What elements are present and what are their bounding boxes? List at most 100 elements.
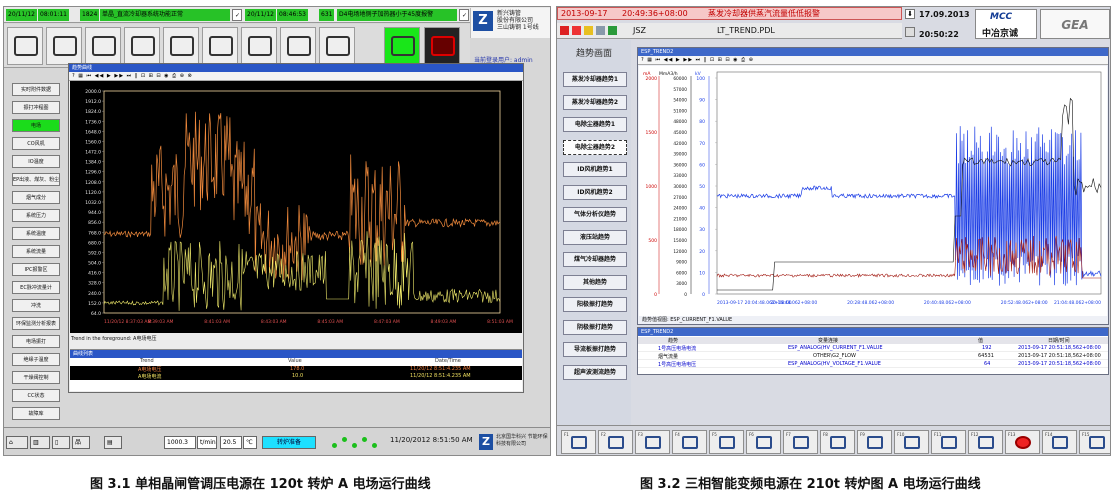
status-plant-icon[interactable]: ▥ [30, 436, 50, 449]
toolbar-drum-button[interactable]: F9 [857, 430, 892, 454]
y-tick-label-current: 1000 [646, 184, 658, 190]
alarm-ack-checkbox-1[interactable]: ✓ [232, 9, 242, 21]
print-icon[interactable] [596, 26, 605, 35]
sidebar-item[interactable]: ID风机趋势2 [563, 184, 627, 200]
y-tick-label: 680.0 [88, 240, 101, 246]
sidebar-item[interactable]: 导流板振打趋势 [563, 342, 627, 357]
sidebar-item[interactable]: 电除尘器趋势2 [563, 139, 627, 155]
tool-trend-button[interactable] [384, 27, 420, 65]
sidebar-item[interactable]: 超声波测流趋势 [563, 364, 627, 380]
sidebar-item[interactable]: 液压站趋势 [563, 229, 627, 245]
toolbar-alarm-button[interactable]: F13 [1005, 430, 1040, 454]
row-value: 64 [984, 361, 991, 367]
toolbar-duct-button[interactable]: F10 [894, 430, 929, 454]
sidebar-item[interactable]: 干燥阀控制 [12, 371, 60, 384]
sidebar-item[interactable]: ID风机趋势1 [563, 162, 627, 177]
sidebar-item[interactable]: 环保监测分析报表 [12, 317, 60, 330]
tool-damper-button[interactable] [163, 27, 199, 65]
tool-plant-overview-button[interactable] [7, 27, 43, 65]
table-row[interactable]: 1号高压电场电流 ESP_ANALOG(HV_CURRENT_F1.VALUE … [638, 345, 1108, 352]
status-report-icon[interactable]: ▤ [104, 436, 122, 449]
toolbar-tools-button[interactable]: F15 [1079, 430, 1110, 454]
alarm-list-icon[interactable] [905, 27, 915, 37]
stop-icon[interactable] [572, 26, 581, 35]
sidebar-item[interactable]: EC脉冲流量计 [12, 281, 60, 294]
sidebar-item[interactable]: 电场 [12, 119, 60, 132]
sidebar-item[interactable]: IPC报警区 [12, 263, 60, 276]
tool-stack-button[interactable] [319, 27, 355, 65]
sidebar-item[interactable]: CO风机 [12, 137, 60, 150]
status-home-icon[interactable]: ⌂ [6, 436, 28, 449]
sidebar-item[interactable]: 电场振打 [12, 335, 60, 348]
key-icon[interactable] [584, 26, 593, 35]
toolbar-stack-button[interactable]: F11 [931, 430, 966, 454]
tool-esp-button[interactable] [124, 27, 160, 65]
sidebar-item[interactable]: 煤气冷却器趋势 [563, 252, 627, 267]
left-trend-plot[interactable]: 2000.0 1912.0 1824.0 1736.0 1648.0 1560.0 1472… [70, 81, 522, 333]
sidebar-item[interactable]: 冲洗 [12, 299, 60, 312]
toolbar-valve-button[interactable]: F4 [672, 430, 707, 454]
right-trend-toolbar[interactable]: ? ▦ ⏮ ◀◀ ▶ ▶▶ ⏭ ‖ ⊡ ⊞ ⊟ ◉ ⎙ ⊕ [638, 56, 1108, 65]
sidebar-item[interactable]: 阴极振打趋势 [563, 319, 627, 335]
right-trend-plot[interactable]: mA MmA3/h kV 2000 1500 1000 500 0 60000 57000 5400… [639, 66, 1107, 316]
tool-cooler-button[interactable] [202, 27, 238, 65]
status-network-icon[interactable]: 品 [72, 436, 90, 449]
toolbar-damper-button[interactable]: F7 [783, 430, 818, 454]
sidebar-item[interactable]: 系统压力 [12, 209, 60, 222]
toolbar-hydraulic-button[interactable]: F5 [709, 430, 744, 454]
alarm-red-icon[interactable] [560, 26, 569, 35]
y-tick-label-current: 1500 [646, 130, 658, 136]
toolbar-cooler-button[interactable]: F3 [635, 430, 670, 454]
toolbar-robot-button[interactable]: F14 [1042, 430, 1077, 454]
tool-fan-button[interactable] [85, 27, 121, 65]
sidebar-item[interactable]: 烟气成分 [12, 191, 60, 204]
sidebar-item[interactable]: EP出液、煤灰、粉尘 [12, 173, 60, 186]
col-value: 值 [978, 338, 984, 344]
sidebar-item[interactable]: 蒸发冷却器趋势1 [563, 72, 627, 87]
left-hmi-screen: 20/11/12 08:01:11 1824 单晶_直流冷却器系统功能正常 ✓ … [3, 6, 551, 456]
row-value: 64531 [978, 353, 994, 359]
x-tick-label: 20:52:48.062+08:00 [1001, 300, 1048, 306]
toolbar-esp-button[interactable]: F6 [746, 430, 781, 454]
legend-row[interactable]: A电场电压 178.0 11/20/12 8:51:4.235 AM [70, 366, 522, 373]
tool-duct-button[interactable] [280, 27, 316, 65]
table-row[interactable]: 烟气流量 OTHER\G2_FLOW 64531 2013-09-17 20:5… [638, 353, 1108, 360]
sidebar-item[interactable]: 振打冲程图 [12, 101, 60, 114]
y-tick-label-flow: 36000 [673, 162, 687, 168]
row-tag: OTHER\G2_FLOW [813, 353, 856, 359]
toolbar-trend-button[interactable]: F12 [968, 430, 1003, 454]
y-tick-label-voltage: 30 [699, 227, 705, 233]
sidebar-item[interactable]: IO温度 [12, 155, 60, 168]
sidebar-item[interactable]: 蒸发冷却器趋势2 [563, 94, 627, 110]
toolbar-fan-button[interactable]: F2 [598, 430, 633, 454]
y-tick-label-flow: 39000 [673, 152, 687, 158]
monitor-icon[interactable] [608, 26, 617, 35]
alarm-download-icon[interactable]: ⬇ [905, 9, 915, 19]
status-door-icon[interactable]: ▯ [52, 436, 70, 449]
sidebar-item[interactable]: 系统流量 [12, 245, 60, 258]
legend-row[interactable]: A电场电流 10.0 11/20/12 8:51:4.235 AM [70, 373, 522, 380]
left-trend-toolbar[interactable]: ? ▦ ⏮ ◀◀ ▶ ▶▶ ⏭ ‖ ⊡ ⊞ ⊟ ◉ ⎙ ⊕ ⊗ [69, 72, 523, 81]
alarm-ack-checkbox-2[interactable]: ✓ [459, 9, 469, 21]
tool-valve-button[interactable] [241, 27, 277, 65]
toolbar-overview-button[interactable]: F1 [561, 430, 596, 454]
sidebar-item[interactable]: 电除尘器趋势1 [563, 117, 627, 132]
toolbar-tank-button[interactable]: F8 [820, 430, 855, 454]
row-trend: 1号高压电场电流 [658, 346, 697, 352]
sidebar-item[interactable]: 系统温度 [12, 227, 60, 240]
sidebar-item[interactable]: CC状态 [12, 389, 60, 402]
clock-time: 20:50:22 [919, 30, 959, 39]
tool-pipe-button[interactable] [46, 27, 82, 65]
sidebar-item[interactable]: 阳极振打趋势 [563, 297, 627, 312]
sidebar-item[interactable]: 实时附件数据 [12, 83, 60, 96]
sidebar-item[interactable]: 故障库 [12, 407, 60, 420]
table-row[interactable]: 1号高压电场电压 ESP_ANALOG(HV_VOLTAGE_F1.VALUE … [638, 361, 1108, 368]
sidebar-item[interactable]: 气体分析仪趋势 [563, 207, 627, 222]
sidebar-item[interactable]: 绝缘子温度 [12, 353, 60, 366]
y-tick-label: 944.0 [88, 210, 101, 216]
legend-header: Trend Value Date/Time [70, 358, 522, 365]
valve-icon [682, 436, 698, 449]
sidebar-item[interactable]: 其他趋势 [563, 274, 627, 290]
tool-alarm-button[interactable] [424, 27, 460, 65]
damper-icon [793, 436, 809, 449]
